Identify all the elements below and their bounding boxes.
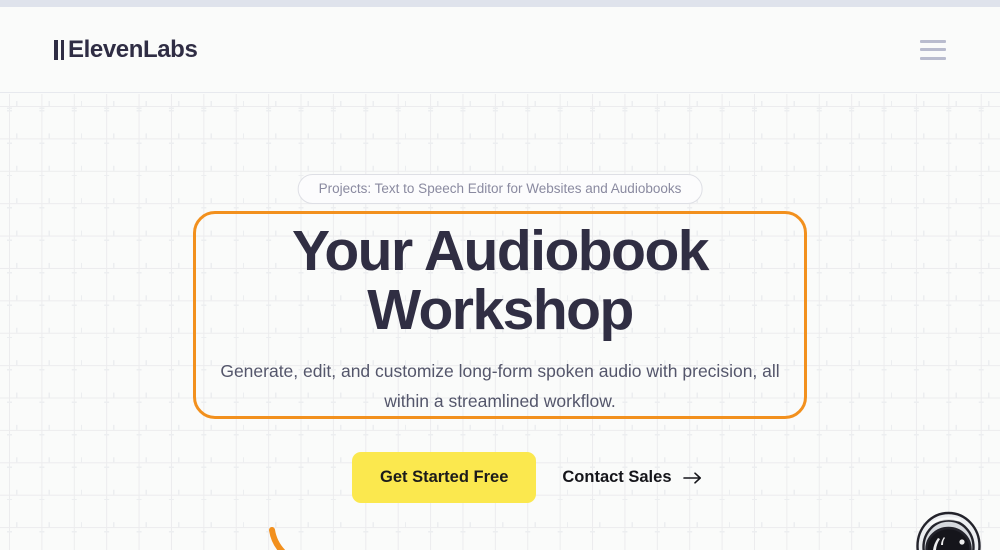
- cta-row: Get Started Free Contact Sales: [352, 452, 703, 503]
- hamburger-bar-2: [920, 48, 946, 51]
- page-title: Your Audiobook Workshop: [292, 219, 709, 342]
- logo-text: ElevenLabs: [68, 35, 198, 63]
- hero-section: Projects: Text to Speech Editor for Webs…: [0, 94, 1000, 550]
- logo-bars-icon: [54, 39, 64, 60]
- site-header: ElevenLabs: [0, 7, 1000, 93]
- curved-arrow-icon: [262, 526, 362, 550]
- hero-badge[interactable]: Projects: Text to Speech Editor for Webs…: [297, 174, 703, 204]
- page-title-line-2: Workshop: [367, 277, 634, 342]
- page-subtitle: Generate, edit, and customize long-form …: [220, 361, 780, 411]
- arrow-right-icon: [682, 471, 703, 485]
- hamburger-bar-3: [920, 56, 946, 60]
- get-started-free-button[interactable]: Get Started Free: [352, 452, 537, 503]
- page-root: ElevenLabs Projects: Text to Speech Edit…: [0, 0, 1000, 550]
- browser-top-strip: [0, 0, 1000, 7]
- contact-sales-label: Contact Sales: [562, 468, 672, 486]
- hamburger-menu-icon[interactable]: [920, 39, 946, 60]
- hamburger-bar-1: [920, 39, 946, 43]
- contact-sales-button[interactable]: Contact Sales: [562, 468, 702, 487]
- elevenlabs-logo[interactable]: ElevenLabs: [54, 35, 198, 64]
- page-title-line-1: Your Audiobook: [292, 219, 709, 283]
- hero-highlight-box: Your Audiobook Workshop Generate, edit, …: [193, 211, 807, 419]
- hero-badge-label: Projects: Text to Speech Editor for Webs…: [318, 181, 682, 196]
- astronaut-mascot: [897, 506, 1000, 550]
